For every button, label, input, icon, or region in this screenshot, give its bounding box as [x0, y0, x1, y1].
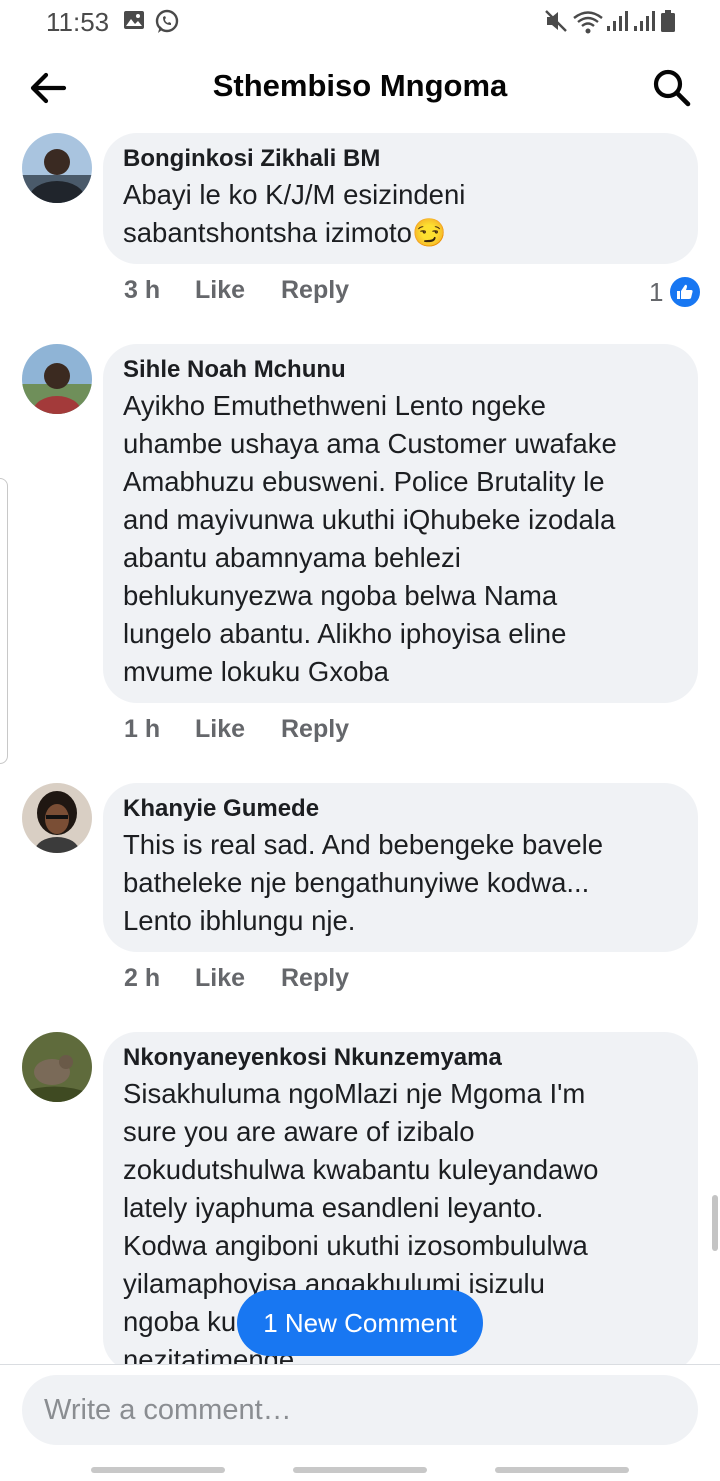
comment-author[interactable]: Nkonyaneyenkosi Nkunzemyama: [123, 1043, 678, 1073]
comment-author[interactable]: Sihle Noah Mchunu: [123, 355, 678, 385]
comment-text: Abayi le ko K/J/M esizindeni sabantshont…: [123, 179, 466, 248]
comment-text: Ayikho Emuthethweni Lento ngeke uhambe u…: [123, 390, 617, 687]
comment-time: 2 h: [124, 964, 161, 992]
wifi-icon: [572, 9, 604, 40]
reply-button[interactable]: Reply: [281, 715, 349, 744]
comment-bubble[interactable]: Bonginkosi Zikhali BM Abayi le ko K/J/M …: [103, 133, 698, 264]
comments-list[interactable]: Bonginkosi Zikhali BM Abayi le ko K/J/M …: [0, 130, 720, 1364]
status-time: 11:53: [46, 7, 110, 37]
nav-bar-indicator: [91, 1467, 225, 1473]
status-bar: 11:53: [0, 0, 720, 44]
like-reaction-icon: [668, 275, 702, 309]
comment-time: 1 h: [124, 715, 161, 743]
reaction-count[interactable]: 1: [649, 277, 663, 308]
avatar[interactable]: [22, 783, 92, 853]
avatar[interactable]: [22, 344, 92, 414]
comment-text: This is real sad. And bebengeke bavele b…: [123, 829, 604, 936]
comment-bubble[interactable]: Khanyie Gumede This is real sad. And beb…: [103, 783, 698, 952]
battery-icon: [660, 9, 676, 38]
comment-input[interactable]: [22, 1375, 698, 1445]
mute-icon: [544, 9, 568, 38]
signal-icon: [606, 9, 630, 38]
signal-icon: [633, 9, 657, 38]
like-button[interactable]: Like: [195, 715, 245, 744]
like-button[interactable]: Like: [195, 964, 245, 993]
comment-author[interactable]: Bonginkosi Zikhali BM: [123, 144, 678, 174]
gallery-icon: [123, 9, 145, 36]
new-comment-button[interactable]: 1 New Comment: [237, 1290, 483, 1356]
app-header: Sthembiso Mngoma: [0, 44, 720, 130]
avatar[interactable]: [22, 1032, 92, 1102]
comment-bubble[interactable]: Sihle Noah Mchunu Ayikho Emuthethweni Le…: [103, 344, 698, 703]
comment-composer: [0, 1364, 720, 1481]
page-title: Sthembiso Mngoma: [212, 68, 508, 103]
like-button[interactable]: Like: [195, 276, 245, 305]
smirk-emoji: 😏: [411, 217, 447, 248]
nav-bar-indicator: [293, 1467, 427, 1473]
comment-author[interactable]: Khanyie Gumede: [123, 794, 678, 824]
comment-time: 3 h: [124, 276, 161, 304]
whatsapp-icon: [154, 9, 180, 40]
search-icon: [653, 69, 691, 107]
reply-button[interactable]: Reply: [281, 964, 349, 993]
search-button[interactable]: [650, 66, 694, 110]
scrollbar[interactable]: [712, 1195, 718, 1251]
reply-button[interactable]: Reply: [281, 276, 349, 305]
scroll-indicator: [0, 478, 8, 764]
nav-bar-indicator: [495, 1467, 629, 1473]
avatar[interactable]: [22, 133, 92, 203]
